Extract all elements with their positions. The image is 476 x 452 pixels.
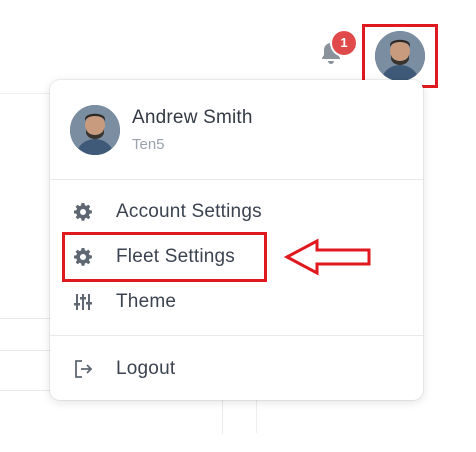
profile-name: Andrew Smith	[132, 107, 253, 128]
user-avatar	[70, 105, 120, 155]
profile-organization: Ten5	[132, 136, 165, 153]
user-avatar	[375, 31, 425, 81]
menu-divider	[50, 179, 423, 180]
annotation-highlight-box	[62, 232, 267, 282]
menu-item-label: Theme	[116, 291, 177, 312]
menu-item-account-settings[interactable]: Account Settings	[50, 190, 423, 234]
notification-count-badge: 1	[332, 31, 356, 55]
menu-item-logout[interactable]: Logout	[50, 347, 423, 391]
menu-divider	[50, 335, 423, 336]
menu-item-label: Account Settings	[116, 201, 262, 222]
logout-icon	[72, 358, 94, 380]
gear-icon	[72, 201, 94, 223]
sliders-icon	[72, 291, 94, 313]
annotation-arrow-left	[284, 238, 371, 276]
menu-item-theme[interactable]: Theme	[50, 280, 423, 324]
user-menu-button[interactable]	[362, 24, 438, 88]
profile-header: Andrew Smith Ten5	[70, 105, 253, 155]
menu-item-label: Logout	[116, 358, 176, 379]
